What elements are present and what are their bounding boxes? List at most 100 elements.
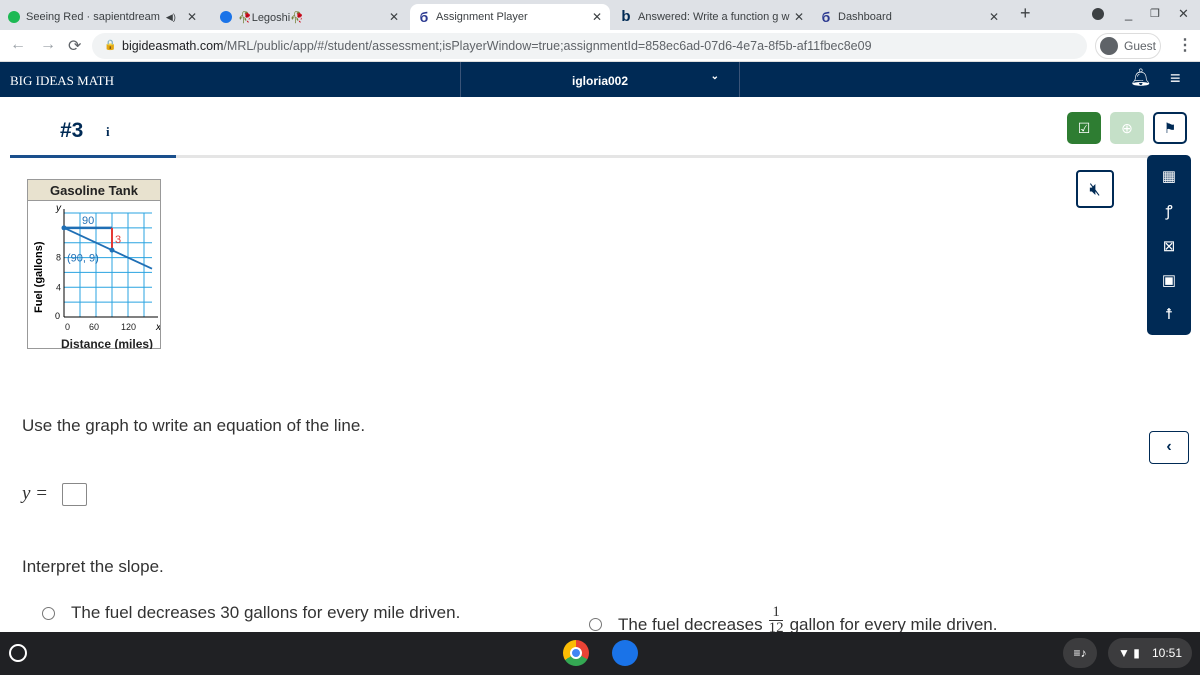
tab-dashboard[interactable]: б Dashboard ✕ xyxy=(812,4,1007,30)
numerator: 1 xyxy=(769,605,783,621)
y-intercept-point xyxy=(61,225,67,231)
question-number: #3 xyxy=(60,119,84,142)
spotify-icon xyxy=(8,11,20,23)
brand-logo[interactable]: BIG IDEAS MATH xyxy=(10,73,114,89)
answer-input[interactable] xyxy=(62,483,87,506)
tab-bartleby[interactable]: b Answered: Write a function g w ✕ xyxy=(612,4,812,30)
close-icon[interactable]: ✕ xyxy=(389,10,399,24)
x-axis-title: Distance (miles) xyxy=(61,337,153,349)
reload-icon[interactable]: ⟳ xyxy=(68,36,81,56)
tab-spotify[interactable]: Seeing Red · sapientdream ◀) ✕ xyxy=(0,4,205,30)
option-text: The fuel decreases 30 gallons for every … xyxy=(71,603,461,622)
y-tick-label: 8 xyxy=(56,253,61,263)
gasoline-tank-graph: Gasoline Tank y x 00 60 120 4 8 90 3 (90, 9) Fuel … xyxy=(27,179,162,351)
tab-label: Assignment Player xyxy=(436,11,528,23)
tab-assignment-player[interactable]: б Assignment Player ✕ xyxy=(410,4,610,30)
run-label: 90 xyxy=(82,215,94,227)
profile-label: Guest xyxy=(1124,39,1157,53)
scribble-icon[interactable]: ꝭ xyxy=(1165,201,1172,221)
speaker-muted-icon: 🔇︎ xyxy=(1089,178,1101,199)
window-close-icon[interactable]: ✕ xyxy=(1178,6,1189,22)
help-button[interactable]: ⊕ xyxy=(1110,112,1144,144)
app-header: BIG IDEAS MATH igloria002 ⌄ 🔔︎ ≡ xyxy=(0,62,1200,97)
x-tick-label: 120 xyxy=(121,322,136,332)
app-icon xyxy=(220,11,232,23)
minimize-icon[interactable]: _ xyxy=(1125,6,1132,21)
answer-prefix: y = xyxy=(22,483,49,504)
check-answer-button[interactable]: ☑ xyxy=(1067,112,1101,144)
big-ideas-icon: б xyxy=(419,9,429,25)
url-host: bigideasmath.com xyxy=(122,39,224,53)
option-1[interactable]: The fuel decreases 30 gallons for every … xyxy=(42,603,460,623)
lifebuoy-icon: ⊕ xyxy=(1121,119,1133,136)
lock-icon: 🔒 xyxy=(104,40,117,51)
y-axis-label: y xyxy=(55,203,62,214)
radio-button[interactable] xyxy=(42,606,55,620)
x-axis-label: x xyxy=(155,322,160,333)
tab-label: Seeing Red · sapientdream xyxy=(26,11,160,23)
question-prompt: Use the graph to write an equation of th… xyxy=(22,416,366,435)
url-input[interactable]: 🔒 bigideasmath.com/MRL/public/app/#/stude… xyxy=(92,33,1087,59)
audio-mute-button[interactable]: 🔇︎ xyxy=(1076,170,1114,208)
data-point xyxy=(109,247,115,253)
chrome-icon[interactable] xyxy=(563,640,589,666)
chevron-down-icon: ⌄ xyxy=(710,71,719,82)
bell-icon[interactable]: 🔔︎ xyxy=(1130,68,1152,88)
radio-button[interactable] xyxy=(589,618,602,631)
tab-label: Answered: Write a function g w xyxy=(638,11,790,23)
interpret-prompt: Interpret the slope. xyxy=(22,557,164,576)
menu-kebab-icon[interactable]: ⋮ xyxy=(1177,35,1193,55)
tab-label: 🥀Legoshi🥀 xyxy=(238,11,304,24)
new-tab-button[interactable]: + xyxy=(1020,3,1031,24)
status-tray[interactable]: ▼ ▮ 10:51 xyxy=(1108,638,1192,668)
tab-strip: Seeing Red · sapientdream ◀) ✕ 🥀Legoshi🥀 ✕ … xyxy=(0,0,1200,30)
close-icon[interactable]: ✕ xyxy=(989,10,999,24)
calculator-icon[interactable]: ▦ xyxy=(1162,167,1176,185)
close-icon[interactable]: ✕ xyxy=(187,10,197,24)
files-icon[interactable] xyxy=(612,640,638,666)
back-icon[interactable]: ← xyxy=(10,36,26,54)
collapse-panel-button[interactable]: ‹ xyxy=(1149,431,1189,464)
bartleby-icon: b xyxy=(621,8,631,25)
profile-button[interactable]: Guest xyxy=(1095,33,1161,59)
address-bar-row: ← → ⟳ 🔒 bigideasmath.com/MRL/public/app/#… xyxy=(0,30,1200,62)
media-controls[interactable]: ≡♪ xyxy=(1063,638,1097,668)
url-path: /MRL/public/app/#/student/assessment;isP… xyxy=(223,39,872,53)
tools-panel: ▦ ꝭ ⊠ ▣ ☨ xyxy=(1147,155,1191,335)
chevron-left-icon: ‹ xyxy=(1166,438,1172,455)
close-icon[interactable]: ✕ xyxy=(592,10,602,24)
info-icon[interactable]: i xyxy=(106,124,110,140)
restore-icon[interactable]: ❐ xyxy=(1150,7,1160,20)
wifi-battery-icon: ▼ ▮ xyxy=(1118,646,1140,660)
origin-label: 0 xyxy=(55,311,60,321)
os-taskbar: ≡♪ ▼ ▮ 10:51 xyxy=(0,632,1200,675)
rise-label: 3 xyxy=(115,234,121,246)
x-tick-label: 60 xyxy=(89,322,99,332)
graph-tool-icon[interactable]: ⊠ xyxy=(1163,237,1176,255)
tab-label: Dashboard xyxy=(838,11,892,23)
avatar-icon xyxy=(1100,37,1118,55)
y-tick-label: 4 xyxy=(56,282,61,292)
graph-title: Gasoline Tank xyxy=(28,180,160,201)
forward-icon[interactable]: → xyxy=(40,36,56,54)
hamburger-icon[interactable]: ≡ xyxy=(1170,68,1181,89)
accessibility-icon[interactable]: ☨ xyxy=(1165,305,1173,323)
flag-button[interactable]: ⚑ xyxy=(1153,112,1187,144)
calendar-icon[interactable]: ▣ xyxy=(1162,271,1176,289)
big-ideas-icon: б xyxy=(821,9,831,25)
y-axis-title: Fuel (gallons) xyxy=(33,241,45,313)
tab-legoshi[interactable]: 🥀Legoshi🥀 ✕ xyxy=(212,4,407,30)
graph-plot: y x 00 60 120 4 8 90 3 (90, 9) Fuel (gallons) Dista… xyxy=(33,203,162,351)
x-tick-label: 0 xyxy=(65,322,70,332)
point-label: (90, 9) xyxy=(67,253,99,265)
username: igloria002 xyxy=(571,74,629,88)
playlist-icon: ≡♪ xyxy=(1073,646,1087,660)
tab-search-icon[interactable] xyxy=(1092,8,1104,20)
launcher-icon[interactable] xyxy=(9,644,27,662)
close-icon[interactable]: ✕ xyxy=(794,10,804,24)
checkbox-icon: ☑ xyxy=(1077,119,1091,136)
audio-icon: ◀) xyxy=(165,11,176,22)
clock: 10:51 xyxy=(1151,646,1182,660)
flag-icon: ⚑ xyxy=(1163,119,1177,136)
user-menu[interactable]: igloria002 ⌄ xyxy=(460,62,740,97)
